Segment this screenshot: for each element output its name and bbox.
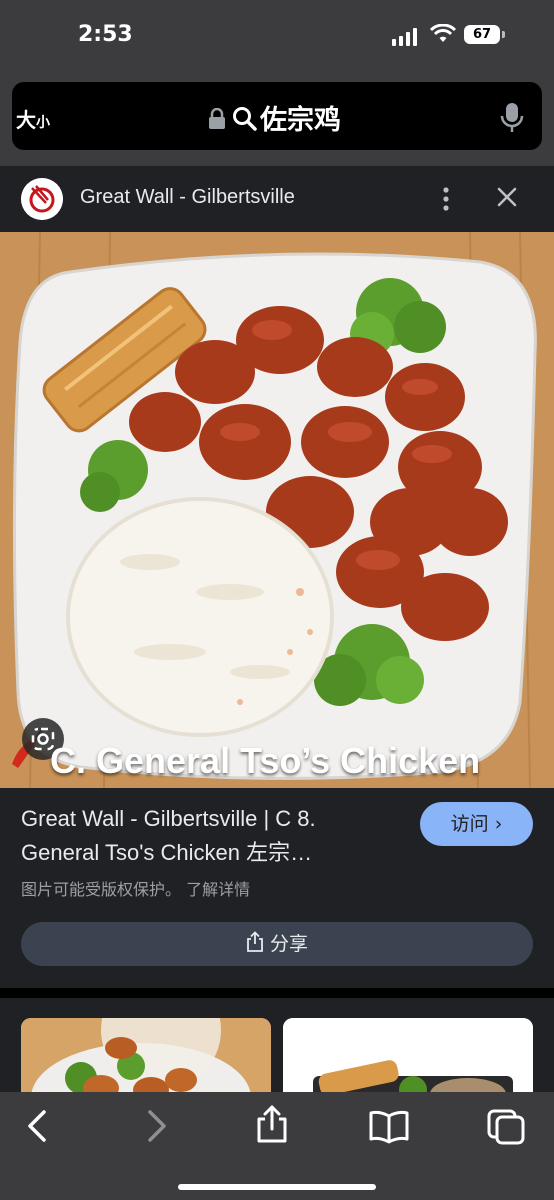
more-options-icon[interactable] xyxy=(436,186,456,212)
address-bar-container: 大小 佐宗鸡 xyxy=(0,78,554,166)
microphone-icon[interactable] xyxy=(500,102,524,134)
wifi-icon xyxy=(430,24,456,42)
site-logo xyxy=(21,178,63,220)
home-indicator xyxy=(178,1184,376,1190)
status-time: 2:53 xyxy=(78,22,133,47)
cellular-signal-icon xyxy=(392,28,417,46)
battery-tip xyxy=(502,31,505,38)
source-title[interactable]: Great Wall - Gilbertsville xyxy=(80,186,295,209)
result-title-line2: General Tso's Chicken 左宗… xyxy=(21,840,313,865)
text-size-button[interactable]: 大小 xyxy=(16,104,50,133)
share-button[interactable]: 分享 xyxy=(21,922,533,966)
battery-indicator: 67 xyxy=(464,25,500,44)
section-divider xyxy=(0,988,554,998)
search-icon xyxy=(233,107,257,131)
result-image[interactable]: C. General Tso’s Chicken xyxy=(0,232,554,788)
status-bar: 2:53 67 xyxy=(0,0,554,78)
share-label: 分享 xyxy=(269,933,308,955)
copyright-notice[interactable]: 图片可能受版权保护。 了解详情 xyxy=(21,876,250,900)
result-title[interactable]: Great Wall - Gilbertsville | C 8. Genera… xyxy=(21,802,401,870)
result-title-line1: Great Wall - Gilbertsville | C 8. xyxy=(21,806,316,831)
forward-icon[interactable] xyxy=(144,1108,170,1144)
visit-button[interactable]: 访问 › xyxy=(420,802,533,846)
close-icon[interactable] xyxy=(494,184,520,210)
share-icon xyxy=(247,931,263,952)
image-caption: C. General Tso’s Chicken xyxy=(50,740,481,781)
search-query[interactable]: 佐宗鸡 xyxy=(260,98,341,137)
back-icon[interactable] xyxy=(24,1108,50,1144)
lock-icon xyxy=(209,108,225,129)
source-header: Great Wall - Gilbertsville xyxy=(0,166,554,232)
share-icon[interactable] xyxy=(254,1104,290,1144)
tabs-icon[interactable] xyxy=(486,1108,526,1146)
address-bar[interactable]: 大小 佐宗鸡 xyxy=(12,82,542,150)
food-illustration xyxy=(0,232,554,788)
bookmarks-icon[interactable] xyxy=(368,1108,410,1144)
